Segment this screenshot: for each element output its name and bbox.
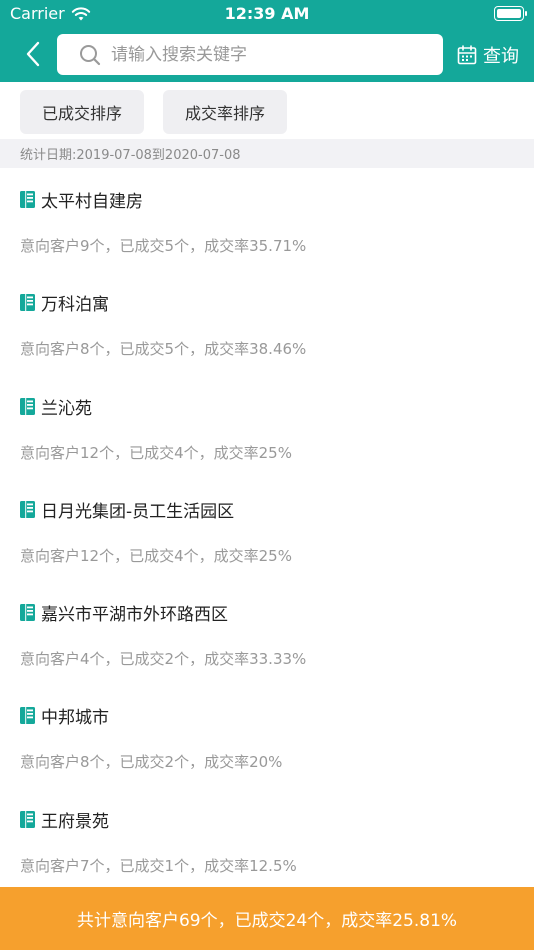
sort-by-deals-button[interactable]: 已成交排序	[20, 90, 144, 134]
building-icon	[20, 500, 35, 518]
calendar-icon	[457, 45, 477, 65]
item-title-row: 中邦城市	[20, 703, 109, 728]
project-list: 太平村自建房 意向客户9个，已成交5个，成交率35.71% 万科泊寓 意向客户8…	[0, 168, 534, 891]
building-icon	[20, 810, 35, 828]
building-icon	[20, 294, 35, 312]
item-title-row: 王府景苑	[20, 807, 109, 832]
item-stats: 意向客户7个，已成交1个，成交率12.5%	[20, 856, 297, 875]
list-item[interactable]: 嘉兴市平湖市外环路西区 意向客户4个，已成交2个，成交率33.33%	[0, 581, 534, 684]
item-name: 嘉兴市平湖市外环路西区	[41, 605, 228, 626]
list-item[interactable]: 中邦城市 意向客户8个，已成交2个，成交率20%	[0, 684, 534, 787]
search-icon	[80, 44, 101, 65]
item-title-row: 嘉兴市平湖市外环路西区	[20, 600, 228, 625]
item-title-row: 万科泊寓	[20, 290, 109, 315]
query-button[interactable]: 查询	[457, 40, 519, 70]
date-range: 统计日期:2019-07-08到2020-07-08	[0, 139, 534, 168]
battery-icon	[494, 6, 527, 21]
item-title-row: 太平村自建房	[20, 187, 143, 212]
item-name: 中邦城市	[41, 708, 109, 729]
item-stats: 意向客户12个，已成交4个，成交率25%	[20, 546, 292, 565]
building-icon	[20, 604, 35, 622]
item-stats: 意向客户9个，已成交5个，成交率35.71%	[20, 237, 307, 255]
summary-bar: 共计意向客户69个，已成交24个，成交率25.81%	[0, 887, 534, 950]
item-stats: 意向客户8个，已成交2个，成交率20%	[20, 753, 283, 772]
building-icon	[20, 707, 35, 725]
item-name: 万科泊寓	[41, 295, 109, 316]
list-item[interactable]: 王府景苑 意向客户7个，已成交1个，成交率12.5%	[0, 788, 534, 891]
item-stats: 意向客户8个，已成交5个，成交率38.46%	[20, 340, 307, 359]
list-item[interactable]: 兰沁苑 意向客户12个，已成交4个，成交率25%	[0, 375, 534, 478]
back-button[interactable]	[18, 38, 48, 70]
item-title-row: 兰沁苑	[20, 394, 92, 419]
item-name: 太平村自建房	[41, 192, 143, 212]
status-bar: Carrier 12:39 AM	[0, 0, 534, 28]
item-stats: 意向客户12个，已成交4个，成交率25%	[20, 443, 292, 462]
item-name: 王府景苑	[41, 811, 109, 832]
item-title-row: 日月光集团-员工生活园区	[20, 497, 234, 522]
list-item[interactable]: 日月光集团-员工生活园区 意向客户12个，已成交4个，成交率25%	[0, 478, 534, 581]
building-icon	[20, 397, 35, 415]
list-item[interactable]: 万科泊寓 意向客户8个，已成交5个，成交率38.46%	[0, 271, 534, 374]
search-input[interactable]	[111, 44, 431, 65]
item-name: 兰沁苑	[41, 398, 92, 419]
building-icon	[20, 191, 35, 208]
item-name: 日月光集团-员工生活园区	[41, 501, 235, 522]
list-item[interactable]: 太平村自建房 意向客户9个，已成交5个，成交率35.71%	[0, 168, 534, 271]
sort-bar: 已成交排序 成交率排序	[0, 82, 534, 139]
clock: 12:39 AM	[224, 4, 310, 23]
item-stats: 意向客户4个，已成交2个，成交率33.33%	[20, 650, 307, 669]
search-box[interactable]	[57, 34, 443, 75]
chevron-left-icon	[26, 41, 40, 67]
header-bar: Carrier 12:39 AM 请输入搜索关键字 查询	[0, 0, 534, 82]
nav-bar: 查询	[0, 28, 534, 82]
query-label: 查询	[483, 46, 519, 67]
sort-by-rate-button[interactable]: 成交率排序	[163, 90, 287, 134]
